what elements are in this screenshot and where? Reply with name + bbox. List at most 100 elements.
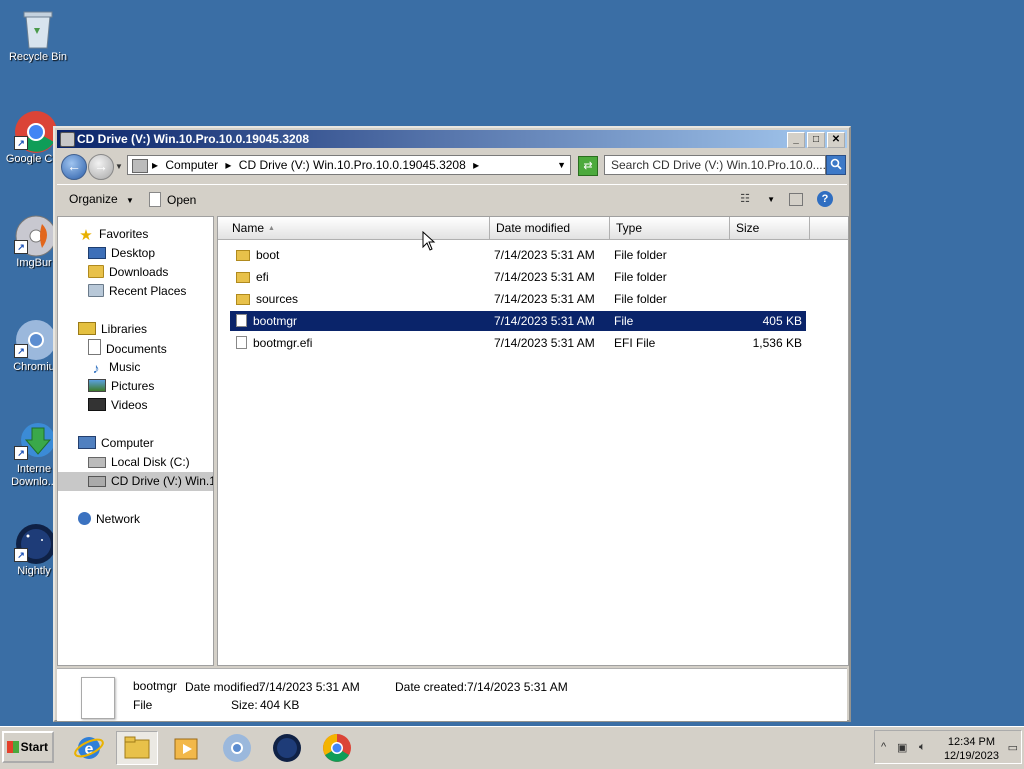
desktop-icon-recycle-bin[interactable]: Recycle Bin <box>0 8 76 63</box>
pictures-icon <box>88 379 106 392</box>
window-titlebar[interactable]: CD Drive (V:) Win.10.Pro.10.0.19045.3208… <box>57 130 847 148</box>
forward-button[interactable]: → <box>88 154 114 180</box>
folder-icon <box>236 294 250 305</box>
volume-icon[interactable]: 🔈︎ <box>919 741 926 754</box>
search-input[interactable]: Search CD Drive (V:) Win.10.Pro.10.0.... <box>604 155 826 175</box>
nav-favorites[interactable]: ★ Favorites <box>78 225 148 244</box>
file-row[interactable]: efi 7/14/2023 5:31 AM File folder <box>230 267 806 287</box>
videos-icon <box>88 398 106 411</box>
nav-label: Network <box>96 512 141 526</box>
shortcut-arrow-icon: ↗ <box>14 344 28 358</box>
column-header-date-modified[interactable]: Date modified <box>490 217 610 239</box>
file-row-selected[interactable]: bootmgr 7/14/2023 5:31 AM File 405 KB <box>230 311 806 331</box>
file-name: efi <box>256 270 269 284</box>
file-row[interactable]: sources 7/14/2023 5:31 AM File folder <box>230 289 806 309</box>
shortcut-arrow-icon: ↗ <box>14 240 28 254</box>
help-icon[interactable]: ? <box>817 191 833 207</box>
nav-cd-drive[interactable]: CD Drive (V:) Win.10.P <box>58 472 213 491</box>
chrome-icon: ↗ <box>14 110 57 153</box>
imgburn-disc-icon: ↗ <box>14 214 57 257</box>
taskbar-google-chrome[interactable] <box>320 731 354 765</box>
breadcrumb-cd-drive[interactable]: CD Drive (V:) Win.10.Pro.10.0.19045.3208 <box>239 158 466 172</box>
minimize-button[interactable]: _ <box>787 132 805 148</box>
breadcrumb-computer[interactable]: Computer <box>165 158 218 172</box>
refresh-button[interactable]: ⇄ <box>578 156 598 176</box>
nav-libraries[interactable]: Libraries <box>78 320 147 339</box>
details-size-label: Size: <box>231 698 258 712</box>
show-hidden-icons-chevron-icon[interactable]: ^ <box>881 741 886 753</box>
nav-label: Favorites <box>99 227 149 241</box>
nightly-icon <box>273 734 301 762</box>
downloads-folder-icon <box>88 265 104 278</box>
column-header-size[interactable]: Size <box>730 217 810 239</box>
start-label: Start <box>20 740 48 754</box>
nav-computer[interactable]: Computer <box>78 434 154 453</box>
file-icon <box>236 336 247 349</box>
nav-music[interactable]: ♪ Music <box>88 358 141 377</box>
nav-label: Documents <box>106 342 167 356</box>
chromium-icon: ↗ <box>14 318 56 360</box>
folder-icon <box>236 272 250 283</box>
file-date: 7/14/2023 5:31 AM <box>494 336 595 350</box>
back-button[interactable]: ← <box>61 154 87 180</box>
internet-explorer-icon: e <box>74 737 104 759</box>
nav-downloads[interactable]: Downloads <box>88 263 168 282</box>
taskbar-chromium[interactable] <box>220 731 254 765</box>
network-status-icon[interactable]: ▣ <box>897 741 907 754</box>
taskbar-nightly[interactable] <box>270 731 304 765</box>
window-title: CD Drive (V:) Win.10.Pro.10.0.19045.3208 <box>77 132 310 146</box>
file-row[interactable]: bootmgr.efi 7/14/2023 5:31 AM EFI File 1… <box>230 333 806 353</box>
file-date: 7/14/2023 5:31 AM <box>494 314 595 328</box>
taskbar-file-explorer[interactable] <box>116 731 158 765</box>
nav-label: CD Drive (V:) Win.10.P <box>111 474 213 488</box>
nav-desktop[interactable]: Desktop <box>88 244 155 263</box>
preview-pane-icon[interactable] <box>789 192 803 206</box>
mouse-cursor-icon <box>422 231 436 251</box>
address-dropdown-icon[interactable]: ▼ <box>557 156 566 174</box>
cd-drive-icon <box>88 476 106 487</box>
taskbar: Start e ^ ▣ 🔈︎ 12:34 PM 12/19/2023 ▭ <box>0 726 1024 769</box>
clock-time: 12:34 PM <box>947 736 996 748</box>
file-name: bootmgr.efi <box>253 336 313 350</box>
taskbar-internet-explorer[interactable]: e <box>72 731 106 765</box>
file-name: boot <box>256 248 280 262</box>
open-button[interactable]: Open <box>149 192 196 207</box>
column-header-type[interactable]: Type <box>610 217 730 239</box>
nav-videos[interactable]: Videos <box>88 396 147 415</box>
details-file-type: File <box>133 698 153 712</box>
maximize-button[interactable]: □ <box>807 132 825 148</box>
nav-network[interactable]: Network <box>78 510 140 529</box>
address-bar[interactable]: ▸ Computer ▸ CD Drive (V:) Win.10.Pro.10… <box>127 155 571 175</box>
nav-pictures[interactable]: Pictures <box>88 377 154 396</box>
search-icon <box>830 158 842 170</box>
details-date-created: 7/14/2023 5:31 AM <box>467 680 568 694</box>
nav-label: Local Disk (C:) <box>111 455 190 469</box>
start-button[interactable]: Start <box>2 731 54 763</box>
search-button[interactable] <box>826 155 846 175</box>
taskbar-media-player[interactable] <box>170 731 204 765</box>
column-header-name[interactable]: Name ▲ <box>226 217 490 239</box>
breadcrumb-separator-icon[interactable]: ▸ <box>152 158 158 172</box>
file-name: sources <box>256 292 299 306</box>
column-label: Name <box>232 221 265 235</box>
change-view-icon[interactable]: ☷ <box>737 192 753 206</box>
organize-button[interactable]: Organize ▼ <box>69 192 134 206</box>
sort-ascending-icon: ▲ <box>268 225 275 232</box>
nav-label: Desktop <box>111 246 156 260</box>
breadcrumb-separator-icon[interactable]: ▸ <box>473 158 479 172</box>
column-label: Type <box>616 221 643 235</box>
shortcut-arrow-icon: ↗ <box>14 446 28 460</box>
nav-recent-places[interactable]: Recent Places <box>88 282 186 301</box>
music-note-icon: ♪ <box>92 360 100 376</box>
close-button[interactable]: ✕ <box>827 132 845 148</box>
file-row[interactable]: boot 7/14/2023 5:31 AM File folder <box>230 245 806 265</box>
recent-pages-dropdown-icon[interactable]: ▼ <box>115 162 123 171</box>
view-options-dropdown-icon[interactable]: ▼ <box>767 195 775 204</box>
nav-local-disk[interactable]: Local Disk (C:) <box>88 453 190 472</box>
clock[interactable]: 12:34 PM 12/19/2023 <box>944 735 999 763</box>
column-label: Size <box>736 221 760 235</box>
breadcrumb-separator-icon[interactable]: ▸ <box>225 158 231 172</box>
nav-documents[interactable]: Documents <box>88 339 167 358</box>
details-date-modified-label: Date modified: <box>185 680 263 694</box>
show-desktop-icon[interactable]: ▭ <box>1008 741 1018 754</box>
